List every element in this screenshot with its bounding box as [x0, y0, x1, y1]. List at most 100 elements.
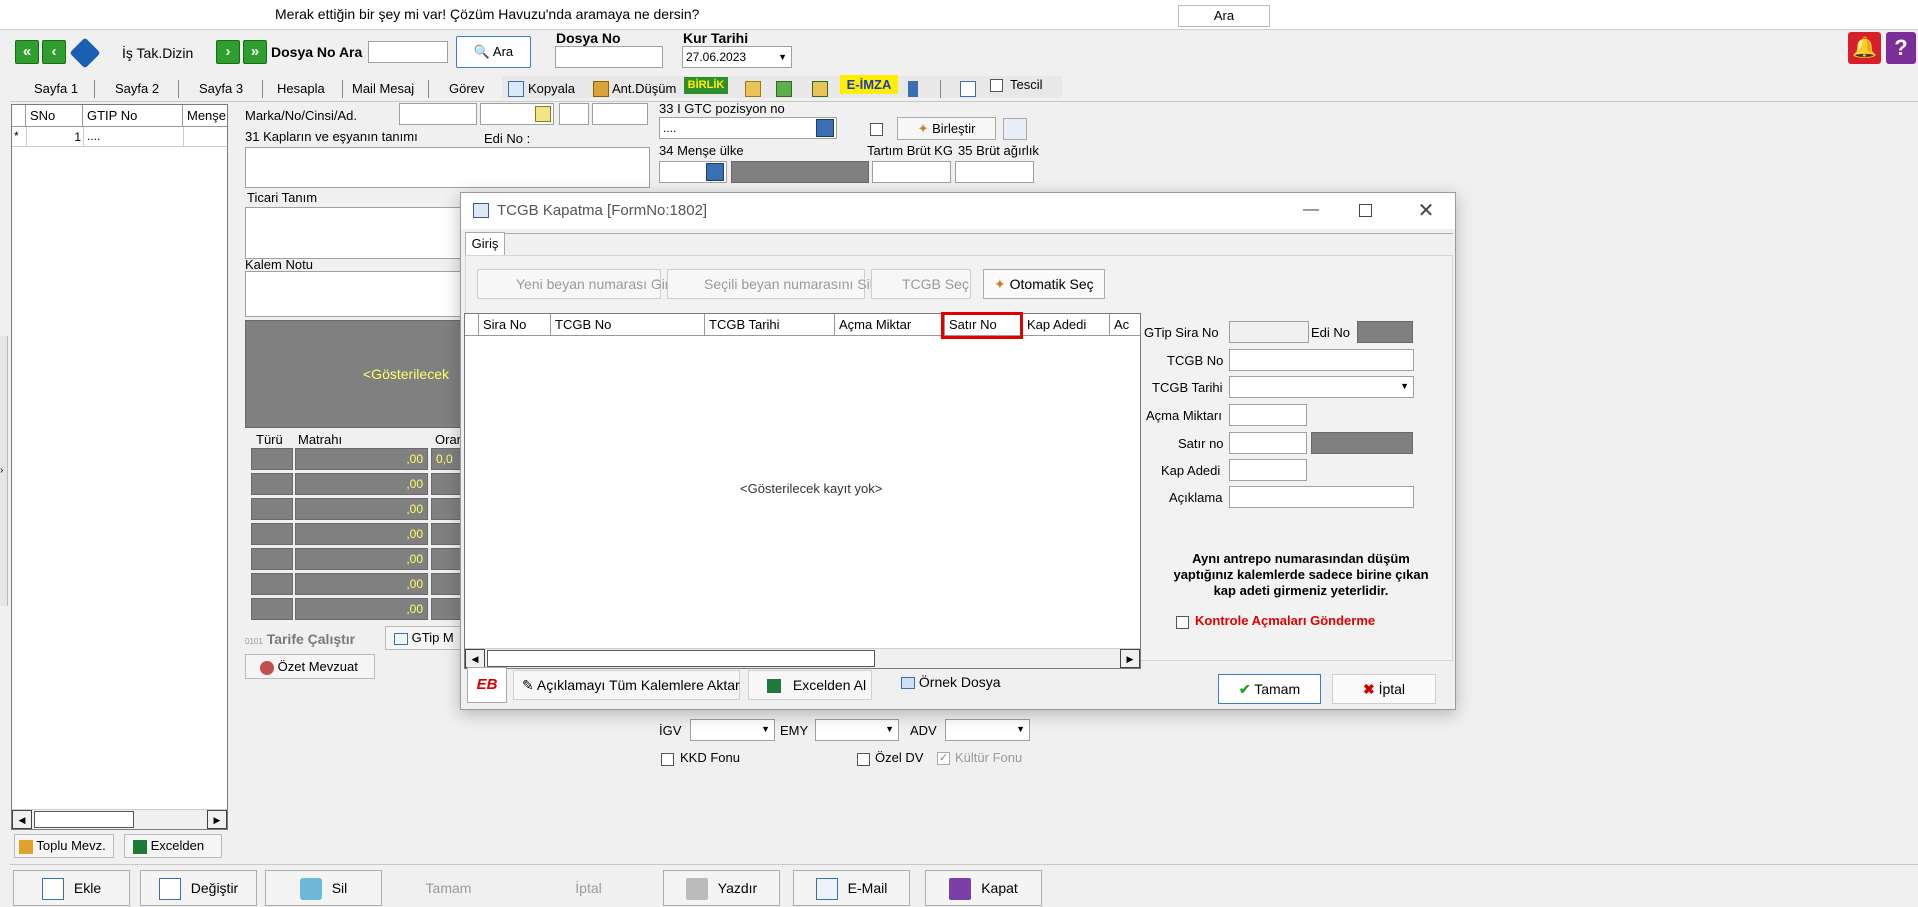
toplu-mevz-button[interactable]: Toplu Mevz.: [14, 834, 114, 858]
prev-record-button[interactable]: ‹: [42, 40, 66, 64]
column-header-sira-no[interactable]: Sira No: [479, 314, 551, 336]
copy-icon[interactable]: [508, 81, 524, 97]
last-record-button[interactable]: »: [243, 40, 267, 64]
excelden-button[interactable]: Excelden: [124, 834, 222, 858]
tab-mail-mesaj[interactable]: Mail Mesaj: [352, 78, 414, 100]
column-header-aciklama[interactable]: Ac: [1110, 314, 1140, 336]
minimize-icon[interactable]: —: [1301, 201, 1321, 221]
tax-turu-cell[interactable]: [251, 523, 293, 545]
column-header-sno[interactable]: SNo: [26, 105, 83, 127]
gtip-m-button[interactable]: GTip M: [385, 626, 465, 650]
chevron-down-icon[interactable]: ▼: [885, 724, 894, 734]
alarm-bell-icon[interactable]: 🔔: [1848, 32, 1881, 64]
kapat-button[interactable]: Kapat: [925, 870, 1042, 906]
tcgb-sec-button[interactable]: TCGB Seç: [871, 269, 971, 299]
yazdir-button[interactable]: Yazdır: [663, 870, 780, 906]
chevron-down-icon[interactable]: ▼: [1016, 724, 1025, 734]
tax-turu-cell[interactable]: [251, 573, 293, 595]
tab-giris[interactable]: Giriş: [465, 232, 505, 255]
column-header-mense[interactable]: Menşe: [183, 105, 227, 127]
edit-note-icon[interactable]: [535, 106, 551, 122]
column-header-gtip[interactable]: GTIP No: [83, 105, 183, 127]
kur-tarihi-input[interactable]: 27.06.2023 ▼: [682, 46, 792, 68]
scroll-thumb[interactable]: [34, 811, 134, 828]
scroll-left-arrow[interactable]: ◀: [12, 810, 32, 829]
ozel-dv-checkbox[interactable]: [857, 751, 870, 767]
lookup-icon[interactable]: [816, 119, 834, 137]
tab-sayfa-2[interactable]: Sayfa 2: [115, 78, 159, 100]
tartim-brut-input[interactable]: [872, 161, 951, 183]
secili-beyan-sil-button[interactable]: Seçili beyan numarasını Sil: [667, 269, 873, 299]
chevron-down-icon[interactable]: ▼: [761, 724, 770, 734]
birlik-button[interactable]: BİRLİK: [684, 77, 728, 94]
mense-ulke-input[interactable]: [659, 161, 727, 183]
kaplar-textarea[interactable]: [245, 147, 650, 188]
table-row[interactable]: * 1 ....: [12, 127, 227, 147]
lookup-icon[interactable]: [706, 163, 724, 181]
keyboard-icon[interactable]: [1003, 118, 1027, 140]
tab-sayfa-1[interactable]: Sayfa 1: [34, 78, 78, 100]
tarife-calistir-button[interactable]: 0101 Tarife Çalıştır: [245, 627, 373, 651]
kap-adedi-input[interactable]: [1229, 459, 1307, 481]
yeni-beyan-button[interactable]: Yeni beyan numarası Gir: [477, 269, 670, 299]
scroll-right-arrow[interactable]: ▶: [1120, 649, 1140, 668]
scroll-right-arrow[interactable]: ▶: [207, 810, 227, 829]
help-icon[interactable]: ?: [1886, 32, 1916, 64]
tax-turu-cell[interactable]: [251, 448, 293, 470]
ara-button[interactable]: 🔍 Ara: [456, 36, 531, 68]
marka-input-3[interactable]: [559, 103, 589, 125]
tcgb-tarihi-select[interactable]: ▼: [1229, 376, 1414, 398]
tcgb-no-input[interactable]: [1229, 349, 1414, 371]
adv-select[interactable]: ▼: [945, 719, 1030, 741]
chevron-down-icon[interactable]: ▼: [1400, 381, 1409, 391]
tax-turu-cell[interactable]: [251, 548, 293, 570]
column-header-acma-miktar[interactable]: Açma Miktar: [835, 314, 945, 336]
aciklamayi-aktar-button[interactable]: ✎ Açıklamayı Tüm Kalemlere Aktar: [513, 670, 740, 700]
acma-miktari-input[interactable]: [1229, 404, 1307, 426]
birlestir-button[interactable]: ✦ Birleştir: [897, 117, 996, 140]
is-tak-dizin-label[interactable]: İş Tak.Dizin: [122, 45, 193, 61]
tab-sayfa-3[interactable]: Sayfa 3: [199, 78, 243, 100]
tax-matrah-cell[interactable]: ,00: [295, 598, 428, 620]
email-button[interactable]: E-Mail: [793, 870, 910, 906]
kopyala-button[interactable]: Kopyala: [528, 78, 575, 100]
tax-matrah-cell[interactable]: ,00: [295, 548, 428, 570]
excelden-al-button[interactable]: Excelden Al: [748, 670, 872, 700]
left-collapse-handle[interactable]: ›: [0, 336, 8, 606]
search-ara-button[interactable]: Ara: [1178, 5, 1270, 27]
iptal-button[interactable]: ✖ İptal: [1332, 674, 1436, 704]
column-header-tcgb-no[interactable]: TCGB No: [551, 314, 705, 336]
igv-select[interactable]: ▼: [690, 719, 775, 741]
tax-matrah-cell[interactable]: ,00: [295, 473, 428, 495]
info-icon[interactable]: [69, 37, 101, 69]
ant-dusum-button[interactable]: Ant.Düşüm: [612, 78, 676, 100]
tax-matrah-cell[interactable]: ,00: [295, 523, 428, 545]
kontrole-checkbox[interactable]: [1176, 614, 1189, 630]
folder-icon[interactable]: [745, 81, 761, 97]
ekle-button[interactable]: Ekle: [13, 870, 130, 906]
aciklama-input[interactable]: [1229, 486, 1414, 508]
tax-matrah-cell[interactable]: ,00: [295, 448, 428, 470]
marka-input-4[interactable]: [592, 103, 648, 125]
ornek-dosya-button[interactable]: Örnek Dosya: [901, 674, 1001, 690]
kkd-checkbox[interactable]: [661, 751, 674, 767]
maximize-icon[interactable]: [1359, 204, 1372, 217]
scroll-thumb[interactable]: [487, 650, 875, 667]
next-record-button[interactable]: ›: [216, 40, 240, 64]
emy-select[interactable]: ▼: [815, 719, 899, 741]
eb-button[interactable]: EB: [467, 667, 507, 703]
tax-turu-cell[interactable]: [251, 473, 293, 495]
document-icon[interactable]: [960, 81, 976, 97]
tescil-checkbox[interactable]: [990, 77, 1003, 93]
column-header-kap-adedi[interactable]: Kap Adedi: [1023, 314, 1110, 336]
dosya-no-ara-input[interactable]: [368, 41, 448, 63]
tab-hesapla[interactable]: Hesapla: [277, 78, 325, 100]
box-icon[interactable]: [593, 81, 609, 97]
tax-turu-cell[interactable]: [251, 598, 293, 620]
gtc-checkbox[interactable]: [870, 121, 883, 137]
brut-agirlik-input[interactable]: [955, 161, 1034, 183]
marka-input-1[interactable]: [399, 103, 477, 125]
e-imza-button[interactable]: E-İMZA: [840, 75, 898, 94]
column-header-tcgb-tarihi[interactable]: TCGB Tarihi: [705, 314, 835, 336]
close-icon[interactable]: ✕: [1416, 198, 1436, 222]
